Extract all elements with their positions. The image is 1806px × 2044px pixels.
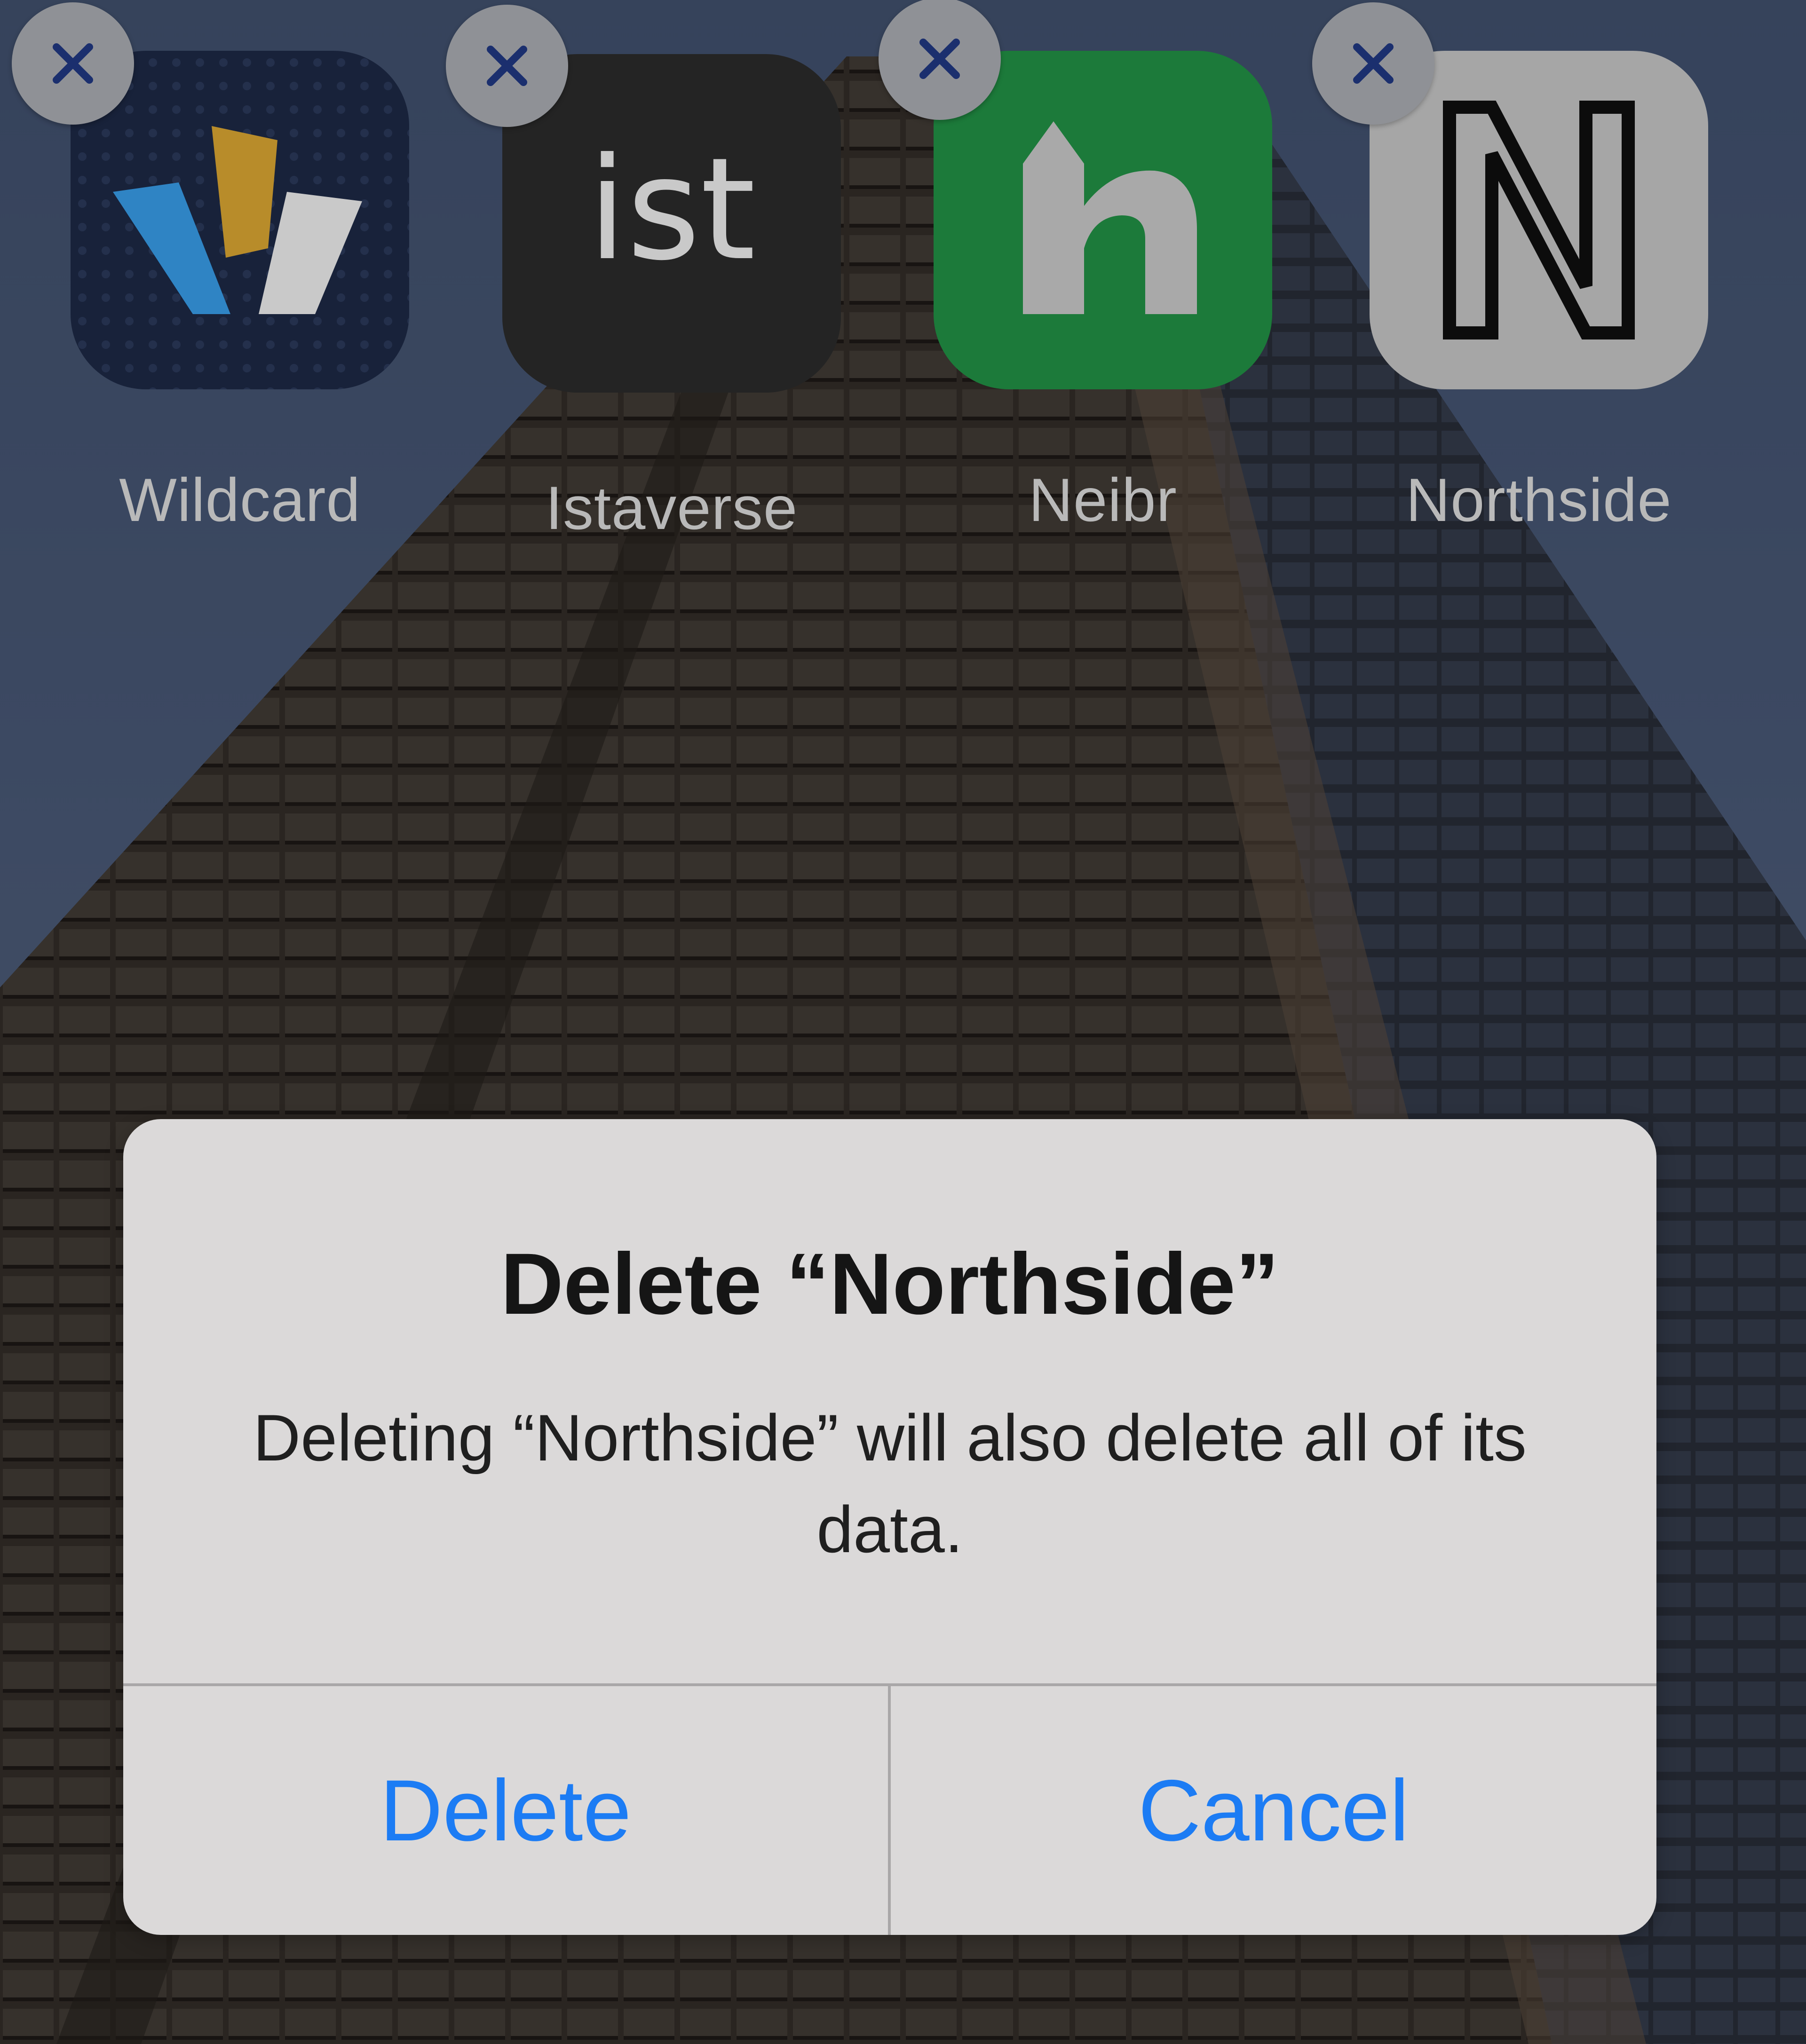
close-icon (1353, 43, 1394, 84)
app-wildcard[interactable]: Wildcard (71, 51, 409, 534)
close-icon (919, 39, 960, 79)
delete-app-badge-neibr[interactable] (879, 0, 1001, 120)
delete-app-badge-wildcard[interactable] (12, 2, 134, 125)
close-icon (53, 43, 93, 84)
app-label: Northside (1406, 466, 1672, 534)
cancel-button[interactable]: Cancel (891, 1686, 1656, 1935)
delete-app-badge-istaverse[interactable] (446, 5, 568, 127)
app-label: Wildcard (119, 466, 361, 534)
istaverse-logo-text: ist (587, 127, 756, 292)
neibr-logo-icon (934, 51, 1272, 389)
app-neibr[interactable]: Neibr (934, 51, 1272, 534)
alert-title: Delete “Northside” (500, 1236, 1279, 1333)
alert-message: Deleting “Northside” will also delete al… (253, 1401, 1527, 1566)
app-label: Neibr (1029, 466, 1177, 534)
app-label: Istaverse (545, 474, 798, 542)
close-icon (487, 46, 527, 86)
delete-button[interactable]: Delete (123, 1686, 888, 1935)
delete-app-badge-northside[interactable] (1312, 2, 1434, 125)
delete-app-alert: Delete “Northside” Deleting “Northside” … (123, 1119, 1656, 1935)
app-northside[interactable]: Northside (1370, 51, 1708, 534)
app-istaverse[interactable]: ist Istaverse (502, 54, 841, 542)
wildcard-logo-icon (71, 51, 409, 389)
